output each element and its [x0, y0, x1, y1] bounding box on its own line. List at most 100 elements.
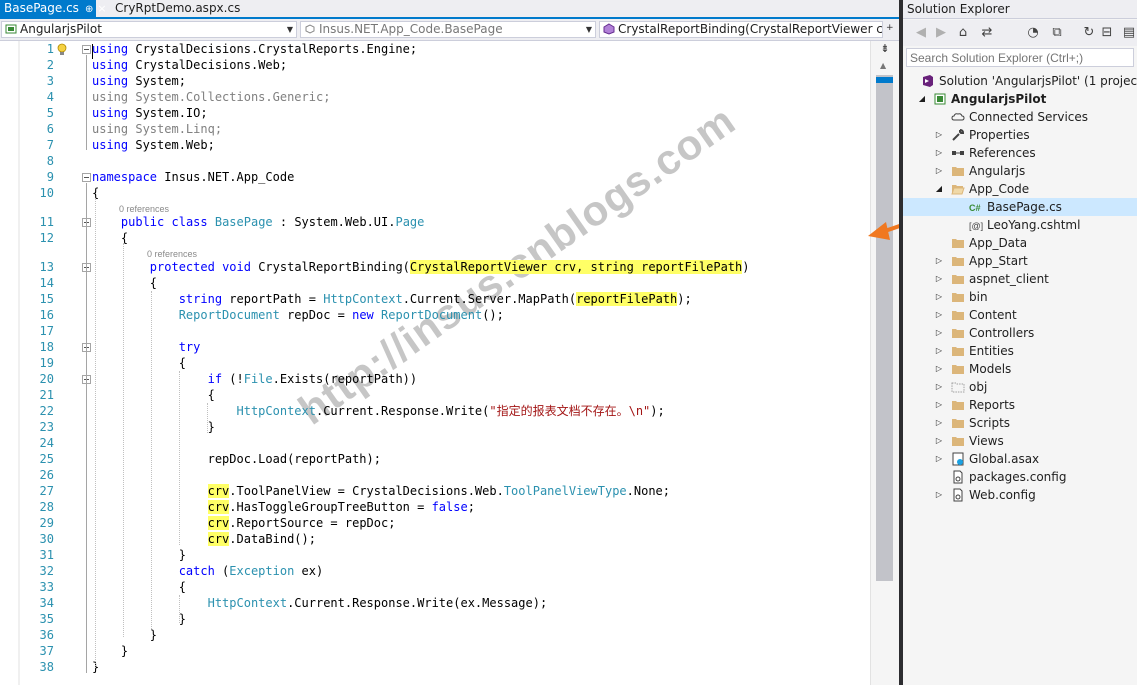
code-line[interactable]: crv.DataBind(); — [92, 531, 316, 547]
vertical-scrollbar[interactable]: ⇟ ▲ — [870, 41, 899, 685]
code-line[interactable]: if (!File.Exists(reportPath)) — [92, 371, 418, 387]
project-dropdown[interactable]: AngularjsPilot ▼ — [1, 21, 297, 38]
expand-arrow-icon[interactable]: ▷ — [934, 414, 944, 432]
code-line[interactable]: { — [92, 275, 157, 291]
code-line[interactable]: protected void CrystalReportBinding(Crys… — [92, 259, 750, 275]
tree-node[interactable]: ▷ Angularjs — [903, 162, 1137, 180]
code-line[interactable]: try — [92, 339, 201, 355]
tree-node[interactable]: ▷ Views — [903, 432, 1137, 450]
expand-arrow-icon[interactable]: ▷ — [934, 270, 944, 288]
code-line[interactable]: } — [92, 627, 157, 643]
expand-arrow-icon[interactable]: ▷ — [934, 288, 944, 306]
close-tab-icon[interactable]: × — [97, 0, 106, 17]
tree-node[interactable]: ▷ Web.config — [903, 486, 1137, 504]
code-line[interactable]: { — [92, 579, 186, 595]
code-line[interactable]: using System.Collections.Generic; — [92, 89, 330, 105]
class-dropdown[interactable]: Insus.NET.App_Code.BasePage ▼ — [300, 21, 596, 38]
search-input[interactable] — [906, 48, 1134, 67]
scroll-thumb[interactable] — [876, 75, 893, 581]
code-line[interactable]: using CrystalDecisions.Web; — [92, 57, 287, 73]
show-all-files-icon[interactable]: ▤ — [1121, 25, 1137, 41]
tree-node[interactable]: ▷ Content — [903, 306, 1137, 324]
tree-node[interactable]: ▷ Properties — [903, 126, 1137, 144]
code-line[interactable]: HttpContext.Current.Response.Write(ex.Me… — [92, 595, 548, 611]
code-line[interactable]: HttpContext.Current.Response.Write("指定的报… — [92, 403, 665, 419]
code-line[interactable]: using System.IO; — [92, 105, 208, 121]
code-line[interactable]: using System.Web; — [92, 137, 215, 153]
tree-node[interactable]: ▷ obj — [903, 378, 1137, 396]
split-window-icon[interactable]: + — [886, 23, 894, 33]
tree-node[interactable]: Solution 'AngularjsPilot' (1 project) — [903, 72, 1137, 90]
tree-node[interactable]: ▷ Controllers — [903, 324, 1137, 342]
code-token: reportPath = — [222, 292, 324, 306]
tree-node[interactable]: ◢ App_Code — [903, 180, 1137, 198]
code-lens-references[interactable]: 0 references — [119, 203, 169, 215]
tree-node[interactable]: ▷ Scripts — [903, 414, 1137, 432]
tree-node[interactable]: ▷ Entities — [903, 342, 1137, 360]
lightbulb-icon[interactable] — [56, 43, 68, 57]
tree-node[interactable]: packages.config — [903, 468, 1137, 486]
tree-node[interactable]: Connected Services — [903, 108, 1137, 126]
code-line[interactable]: { — [92, 355, 186, 371]
code-line[interactable]: string reportPath = HttpContext.Current.… — [92, 291, 692, 307]
tree-node[interactable]: ▷ Reports — [903, 396, 1137, 414]
refresh-icon[interactable]: ↻ — [1081, 25, 1097, 41]
code-line[interactable]: using System.Linq; — [92, 121, 222, 137]
expand-arrow-icon[interactable]: ▷ — [934, 252, 944, 270]
code-line[interactable]: using CrystalDecisions.CrystalReports.En… — [92, 41, 417, 57]
code-line[interactable]: crv.ReportSource = repDoc; — [92, 515, 395, 531]
tree-node[interactable]: ▷ aspnet_client — [903, 270, 1137, 288]
code-line[interactable]: } — [92, 547, 186, 563]
sync-icon[interactable]: ⇄ — [979, 25, 995, 41]
collapse-region-icon[interactable] — [82, 173, 91, 182]
expand-arrow-icon[interactable]: ▷ — [934, 324, 944, 342]
tree-node[interactable]: ▷ App_Start — [903, 252, 1137, 270]
tree-node[interactable]: ▷ bin — [903, 288, 1137, 306]
code-line[interactable]: ReportDocument repDoc = new ReportDocume… — [92, 307, 504, 323]
home-icon[interactable]: ⌂ — [955, 25, 971, 41]
code-line[interactable]: } — [92, 419, 215, 435]
member-dropdown[interactable]: CrystalReportBinding(CrystalReportViewer… — [599, 21, 883, 38]
scroll-up-icon[interactable]: ▲ — [880, 61, 886, 70]
collapse-region-icon[interactable] — [82, 45, 91, 54]
tree-node[interactable]: ▷ Global.asax — [903, 450, 1137, 468]
tab-basepage-cs[interactable]: BasePage.cs ⊕ × — [0, 0, 107, 18]
expand-arrow-icon[interactable]: ▷ — [934, 378, 944, 396]
tree-node[interactable]: ▷ Models — [903, 360, 1137, 378]
tree-node[interactable]: ◢ AngularjsPilot — [903, 90, 1137, 108]
expand-arrow-icon[interactable]: ▷ — [934, 432, 944, 450]
code-lens-references[interactable]: 0 references — [147, 248, 197, 260]
split-icon[interactable]: ⇟ — [879, 43, 891, 55]
expand-arrow-icon[interactable]: ▷ — [934, 360, 944, 378]
tree-node[interactable]: ▷ References — [903, 144, 1137, 162]
expand-arrow-icon[interactable]: ▷ — [934, 396, 944, 414]
collapse-arrow-icon[interactable]: ◢ — [917, 90, 927, 108]
expand-arrow-icon[interactable]: ▷ — [934, 450, 944, 468]
code-line[interactable]: namespace Insus.NET.App_Code — [92, 169, 294, 185]
code-line[interactable]: { — [92, 387, 215, 403]
expand-arrow-icon[interactable]: ▷ — [934, 306, 944, 324]
code-line[interactable]: using System; — [92, 73, 186, 89]
code-line[interactable]: } — [92, 611, 186, 627]
pin-icon[interactable]: ⊕ — [85, 1, 93, 18]
expand-arrow-icon[interactable]: ▷ — [934, 126, 944, 144]
history-icon[interactable]: ◔ — [1025, 25, 1041, 41]
expand-arrow-icon[interactable]: ▷ — [934, 144, 944, 162]
code-line[interactable]: public class BasePage : System.Web.UI.Pa… — [92, 214, 424, 230]
code-line[interactable]: repDoc.Load(reportPath); — [92, 451, 381, 467]
forward-icon[interactable]: ▶ — [933, 25, 949, 41]
expand-arrow-icon[interactable]: ▷ — [934, 342, 944, 360]
collapse-all-icon[interactable]: ⊟ — [1099, 25, 1115, 41]
tree-node[interactable]: C# BasePage.cs — [903, 198, 1137, 216]
code-line[interactable]: catch (Exception ex) — [92, 563, 324, 579]
back-icon[interactable]: ◀ — [913, 25, 929, 41]
tab-cryrptdemo-aspx-cs[interactable]: CryRptDemo.aspx.cs — [111, 0, 266, 17]
code-line[interactable]: } — [92, 643, 128, 659]
collapse-arrow-icon[interactable]: ◢ — [934, 180, 944, 198]
tree-node[interactable]: App_Data — [903, 234, 1137, 252]
expand-arrow-icon[interactable]: ▷ — [934, 162, 944, 180]
expand-arrow-icon[interactable]: ▷ — [934, 486, 944, 504]
tree-node[interactable]: [@] LeoYang.cshtml — [903, 216, 1137, 234]
code-line[interactable]: crv.HasToggleGroupTreeButton = false; — [92, 499, 475, 515]
pending-changes-icon[interactable]: ⧉ — [1049, 25, 1065, 41]
